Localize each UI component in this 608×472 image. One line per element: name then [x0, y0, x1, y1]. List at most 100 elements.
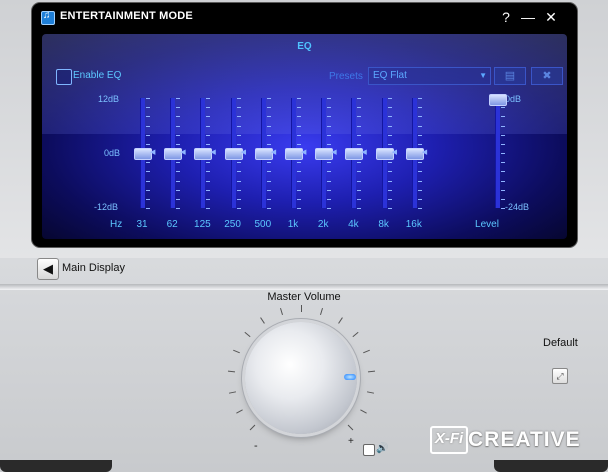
slider-tick — [266, 171, 271, 173]
eq-slider-4k[interactable]: ◀ — [341, 98, 367, 209]
window-title: ENTERTAINMENT MODE — [60, 10, 193, 22]
eq-slider-62[interactable]: ◀ — [160, 98, 186, 209]
eq-slider-8k[interactable]: ◀ — [372, 98, 397, 209]
slider-tick — [327, 98, 332, 99]
slider-tick — [387, 208, 392, 209]
volume-tick — [236, 409, 244, 414]
arrow-left-icon: ◀ — [43, 261, 53, 276]
slider-tick — [146, 198, 150, 200]
slider-tick — [297, 180, 301, 182]
slider-tick — [357, 162, 362, 164]
slider-tick — [236, 171, 241, 173]
title-bar: ENTERTAINMENT MODE ? — ✕ — [32, 3, 577, 31]
back-button[interactable]: ◀ — [37, 258, 59, 280]
slider-tick — [357, 134, 362, 136]
eq-slider-500[interactable]: ◀ — [251, 98, 276, 209]
volume-indicator — [344, 374, 356, 380]
band-label: 62 — [166, 219, 178, 230]
band-label: 125 — [194, 219, 211, 230]
slider-tick — [206, 171, 211, 173]
default-button[interactable]: ⤢ — [552, 368, 568, 384]
slider-tick — [236, 134, 241, 136]
volume-plus-label: + — [348, 436, 354, 447]
band-label: 500 — [254, 219, 272, 230]
slider-tick — [146, 107, 150, 109]
save-icon: ▤ — [504, 70, 516, 82]
slider-tick — [206, 125, 211, 127]
slider-tick — [206, 98, 211, 99]
slider-tick — [327, 116, 332, 118]
slider-tick — [417, 143, 422, 145]
eq-slider-1k[interactable]: ◀ — [281, 98, 307, 209]
slider-tick — [357, 116, 362, 118]
slider-tick — [357, 189, 362, 191]
level-thumb[interactable] — [489, 94, 507, 106]
slider-tick — [327, 143, 332, 145]
slider-tick — [297, 198, 301, 200]
slider-tick — [176, 98, 181, 99]
eq-slider-16k[interactable]: ◀ — [402, 98, 427, 209]
master-volume-knob[interactable] — [245, 322, 361, 438]
band-label: 8k — [378, 219, 389, 230]
thumb-arrow-icon: ◀ — [180, 149, 186, 156]
left-foot — [0, 460, 112, 472]
slider-tick — [176, 180, 181, 182]
eq-slider-2k[interactable]: ◀ — [311, 98, 337, 209]
mute-button[interactable] — [363, 444, 375, 456]
slider-tick — [146, 189, 150, 191]
eq-slider-31[interactable]: ◀ — [130, 98, 155, 209]
slider-tick — [327, 107, 332, 109]
slider-tick — [387, 116, 392, 118]
slider-tick — [297, 98, 301, 99]
eq-slider-125[interactable]: ◀ — [190, 98, 216, 209]
slider-tick — [387, 134, 392, 136]
slider-tick — [176, 171, 181, 173]
slider-tick — [176, 143, 181, 145]
presets-dropdown[interactable]: EQ Flat ▼ — [368, 67, 491, 85]
slider-tick — [327, 171, 332, 173]
slider-tick — [417, 98, 422, 99]
slider-tick — [417, 180, 422, 182]
slider-tick — [387, 198, 392, 200]
slider-tick — [236, 208, 241, 209]
slider-tick — [357, 171, 362, 173]
help-button[interactable]: ? — [497, 8, 515, 26]
slider-tick — [146, 208, 150, 209]
slider-tick — [266, 198, 271, 200]
eq-title: EQ — [297, 41, 312, 52]
display-screen: ENTERTAINMENT MODE ? — ✕ EQ Enable EQ Pr… — [32, 3, 577, 247]
slider-tick — [206, 162, 211, 164]
volume-tick — [301, 305, 302, 312]
speaker-icon: 🔊 — [376, 443, 389, 454]
volume-tick — [228, 370, 236, 373]
slider-tick — [417, 162, 422, 164]
slider-tick — [266, 189, 271, 191]
slider-tick — [176, 162, 181, 164]
slider-tick — [266, 180, 271, 182]
level-tick — [501, 153, 505, 154]
minimize-button[interactable]: — — [519, 8, 537, 26]
thumb-arrow-icon: ◀ — [301, 149, 307, 156]
enable-eq-label[interactable]: Enable EQ — [73, 70, 121, 81]
volume-tick — [229, 390, 237, 394]
slider-tick — [327, 134, 332, 136]
delete-preset-button[interactable]: ✖ — [531, 67, 563, 85]
slider-tick — [417, 198, 422, 200]
enable-eq-checkbox[interactable] — [56, 69, 72, 85]
level-tick — [501, 180, 505, 182]
volume-knob-body[interactable] — [245, 322, 357, 434]
slider-tick — [357, 198, 362, 200]
delete-icon: ✖ — [542, 70, 552, 82]
slider-tick — [297, 143, 301, 145]
close-button[interactable]: ✕ — [542, 8, 560, 26]
slider-tick — [266, 107, 271, 109]
slider-tick — [236, 107, 241, 109]
eq-slider-250[interactable]: ◀ — [221, 98, 246, 209]
slider-tick — [357, 208, 362, 209]
slider-tick — [146, 162, 150, 164]
creative-logo: CREATIVE — [468, 428, 581, 451]
slider-tick — [387, 171, 392, 173]
main-display-label[interactable]: Main Display — [62, 262, 125, 274]
save-preset-button[interactable]: ▤ — [494, 67, 526, 85]
level-slider[interactable] — [485, 94, 509, 209]
